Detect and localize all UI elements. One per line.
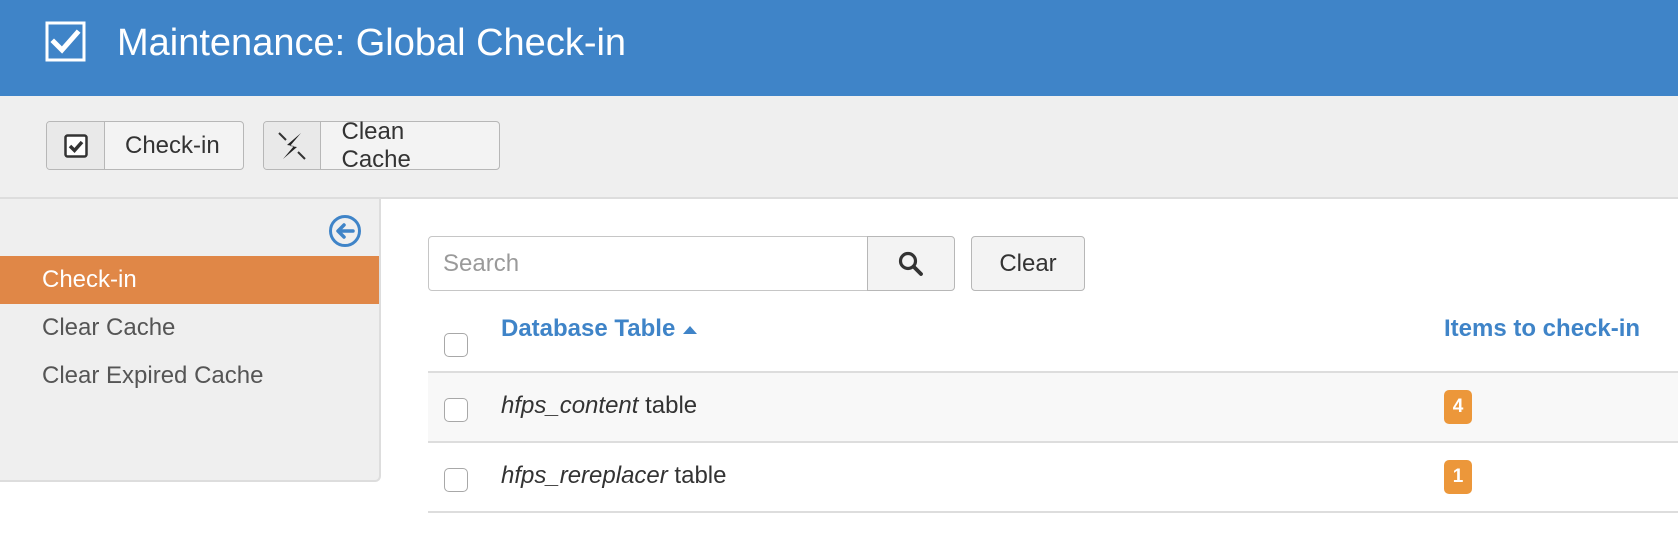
sidebar: Check-in Clear Cache Clear Expired Cache bbox=[0, 199, 381, 482]
column-header-label: Database Table bbox=[501, 315, 676, 342]
table-suffix: table bbox=[667, 462, 727, 489]
arrow-left-circle-icon[interactable] bbox=[328, 214, 362, 248]
clean-cache-button-label: Clean Cache bbox=[341, 117, 411, 173]
toolbar: Check-in Clean Cache bbox=[0, 96, 1678, 199]
clean-cache-button[interactable]: Clean Cache bbox=[263, 117, 500, 173]
table-name: hfps_rereplacer bbox=[501, 462, 668, 489]
select-all-checkbox[interactable] bbox=[444, 333, 468, 357]
search-icon bbox=[898, 251, 923, 276]
check-in-button-label: Check-in bbox=[125, 131, 220, 159]
main-content: Clear Database Table Items to check-in h… bbox=[381, 199, 1678, 542]
table-row: hfps_content table 4 bbox=[428, 373, 1678, 443]
sidebar-item-clear-cache[interactable]: Clear Cache bbox=[0, 304, 379, 352]
search-bar bbox=[428, 236, 955, 291]
table-name-cell: hfps_rereplacer table bbox=[501, 462, 726, 490]
table-row: hfps_rereplacer table 1 bbox=[428, 443, 1678, 513]
items-count-badge: 1 bbox=[1444, 460, 1472, 494]
search-input[interactable] bbox=[428, 236, 868, 291]
checkin-table: Database Table Items to check-in hfps_co… bbox=[428, 299, 1678, 513]
checkbox-checked-icon bbox=[47, 122, 105, 169]
column-header-database-table[interactable]: Database Table bbox=[501, 315, 698, 343]
table-suffix: table bbox=[638, 392, 698, 419]
search-button[interactable] bbox=[867, 236, 955, 291]
checkbox-checked-icon bbox=[45, 21, 86, 62]
table-header: Database Table Items to check-in bbox=[428, 299, 1678, 373]
column-header-items-to-check-in[interactable]: Items to check-in bbox=[1444, 315, 1640, 343]
row-checkbox[interactable] bbox=[444, 468, 468, 492]
sidebar-item-check-in[interactable]: Check-in bbox=[0, 256, 379, 304]
table-name-cell: hfps_content table bbox=[501, 392, 697, 420]
row-checkbox[interactable] bbox=[444, 398, 468, 422]
check-in-button[interactable]: Check-in bbox=[46, 121, 244, 170]
page-title: Maintenance: Global Check-in bbox=[117, 22, 627, 64]
page-header: Maintenance: Global Check-in bbox=[0, 0, 1678, 96]
clear-button[interactable]: Clear bbox=[971, 236, 1085, 291]
sidebar-item-clear-expired-cache[interactable]: Clear Expired Cache bbox=[0, 352, 379, 400]
items-count-badge: 4 bbox=[1444, 390, 1472, 424]
sort-ascending-icon bbox=[683, 325, 698, 334]
table-name: hfps_content bbox=[501, 392, 639, 419]
lightning-icon bbox=[264, 122, 322, 169]
